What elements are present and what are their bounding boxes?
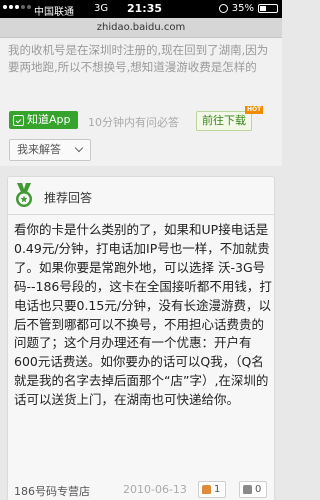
recommended-answer-card: 推荐回答 看你的卡是什么类别的了，如果和UP接电话是0.49元/分钟，打电话加I…	[7, 176, 275, 500]
thumbs-up-icon	[202, 485, 211, 494]
app-promo-row: 知道App 10分钟内有问必答 前往下载 HOT	[0, 106, 282, 136]
alarm-icon	[218, 4, 228, 13]
answer-text: 看你的卡是什么类别的了，如果和UP接电话是0.49元/分钟，打电话加IP号也一样…	[14, 222, 272, 408]
battery-icon	[258, 4, 278, 13]
battery-percent: 35%	[231, 3, 254, 14]
zhidao-app-icon	[13, 114, 24, 126]
downvote-count: 0	[255, 484, 262, 495]
network-type: 3G	[94, 3, 109, 14]
signal-strength-icon	[3, 5, 31, 9]
answer-card-title: 推荐回答	[44, 191, 93, 205]
carrier-name: 中国联通	[34, 7, 74, 18]
answer-dropdown-button[interactable]: 我来解答	[9, 139, 91, 161]
question-section: 我的收机号是在深圳时注册的,现在回到了湖南,因为要两地跑,所以不想换号,想知道漫…	[0, 38, 282, 108]
answer-date: 2010-06-13	[123, 483, 187, 496]
medal-icon	[16, 183, 32, 207]
upvote-count: 1	[214, 484, 221, 495]
app-label: 知道App	[27, 113, 71, 126]
downvote-button[interactable]: 0	[239, 481, 268, 498]
hot-badge: HOT	[245, 106, 264, 114]
download-button[interactable]: 前往下载	[196, 111, 252, 131]
clock: 21:35	[127, 2, 163, 15]
reply-time-text: 10分钟内有问必答	[88, 116, 179, 129]
status-bar: 中国联通 3G 21:35 35%	[0, 0, 282, 18]
question-text: 我的收机号是在深圳时注册的,现在回到了湖南,因为要两地跑,所以不想换号,想知道漫…	[8, 43, 269, 74]
answer-button-label: 我来解答	[17, 143, 61, 156]
answer-author[interactable]: 186号码专营店	[14, 483, 90, 499]
upvote-button[interactable]: 1	[198, 481, 227, 498]
answer-card-footer: 186号码专营店 2010-06-13 1 0	[8, 479, 274, 500]
thumbs-down-icon	[243, 485, 252, 494]
answer-button-row: 我来解答	[0, 136, 282, 166]
url-bar[interactable]: zhidao.baidu.com	[0, 18, 282, 38]
zhidao-app-badge[interactable]: 知道App	[9, 111, 78, 129]
status-right: 35%	[218, 3, 278, 14]
answer-card-header: 推荐回答	[8, 177, 274, 215]
chevron-down-icon	[74, 143, 84, 153]
